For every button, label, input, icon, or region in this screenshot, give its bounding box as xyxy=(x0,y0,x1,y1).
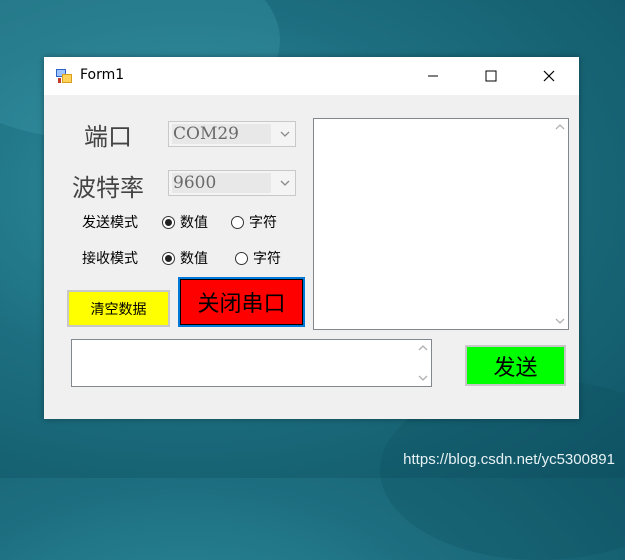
receive-textarea[interactable] xyxy=(313,118,569,330)
port-label: 端口 xyxy=(84,123,132,151)
send-mode-char-radio[interactable]: 字符 xyxy=(231,212,277,232)
chevron-down-icon xyxy=(280,180,290,186)
port-value: COM29 xyxy=(172,124,271,144)
send-mode-numeric-radio[interactable]: 数值 xyxy=(162,212,208,232)
clear-data-label: 清空数据 xyxy=(90,301,147,318)
form1-window: Form1 端口 COM29 波特率 9600 发送模式 数值 字符 接收模式 … xyxy=(44,57,579,419)
window-title: Form1 xyxy=(80,67,125,83)
recv-mode-char-radio[interactable]: 字符 xyxy=(235,248,281,268)
chevron-down-icon xyxy=(280,131,290,137)
baud-select[interactable]: 9600 xyxy=(168,170,296,196)
baud-label: 波特率 xyxy=(72,174,144,202)
chevron-down-icon xyxy=(555,318,565,324)
recv-mode-char-label: 字符 xyxy=(253,251,281,267)
watermark-url: https://blog.csdn.net/yc5300891 xyxy=(403,451,615,468)
chevron-down-icon xyxy=(418,375,428,381)
radio-selected-icon xyxy=(162,251,175,265)
send-mode-char-label: 字符 xyxy=(249,215,277,231)
minimize-icon xyxy=(428,75,438,77)
recv-mode-label: 接收模式 xyxy=(82,251,138,267)
close-port-button[interactable]: 关闭串口 xyxy=(178,277,305,327)
chevron-up-icon xyxy=(555,124,565,130)
chevron-up-icon xyxy=(418,345,428,351)
maximize-icon xyxy=(485,70,497,82)
radio-selected-icon xyxy=(162,215,175,229)
close-port-label: 关闭串口 xyxy=(197,292,286,317)
radio-empty-icon xyxy=(231,215,244,229)
close-button[interactable] xyxy=(520,57,578,95)
maximize-button[interactable] xyxy=(462,57,520,95)
send-scrollbar[interactable] xyxy=(414,340,431,386)
receive-scrollbar[interactable] xyxy=(551,119,568,329)
recv-mode-numeric-label: 数值 xyxy=(180,251,208,267)
send-mode-numeric-label: 数值 xyxy=(180,215,208,231)
send-mode-label: 发送模式 xyxy=(82,215,138,231)
clear-data-button[interactable]: 清空数据 xyxy=(67,290,170,327)
app-icon xyxy=(56,69,72,83)
radio-empty-icon xyxy=(235,251,248,265)
send-textarea[interactable] xyxy=(71,339,432,387)
title-bar[interactable]: Form1 xyxy=(44,57,579,95)
port-select[interactable]: COM29 xyxy=(168,121,296,147)
baud-value: 9600 xyxy=(172,173,271,193)
close-icon xyxy=(543,70,555,82)
minimize-button[interactable] xyxy=(404,57,462,95)
recv-mode-numeric-radio[interactable]: 数值 xyxy=(162,248,208,268)
send-button[interactable]: 发送 xyxy=(465,345,566,386)
send-label: 发送 xyxy=(493,355,538,381)
